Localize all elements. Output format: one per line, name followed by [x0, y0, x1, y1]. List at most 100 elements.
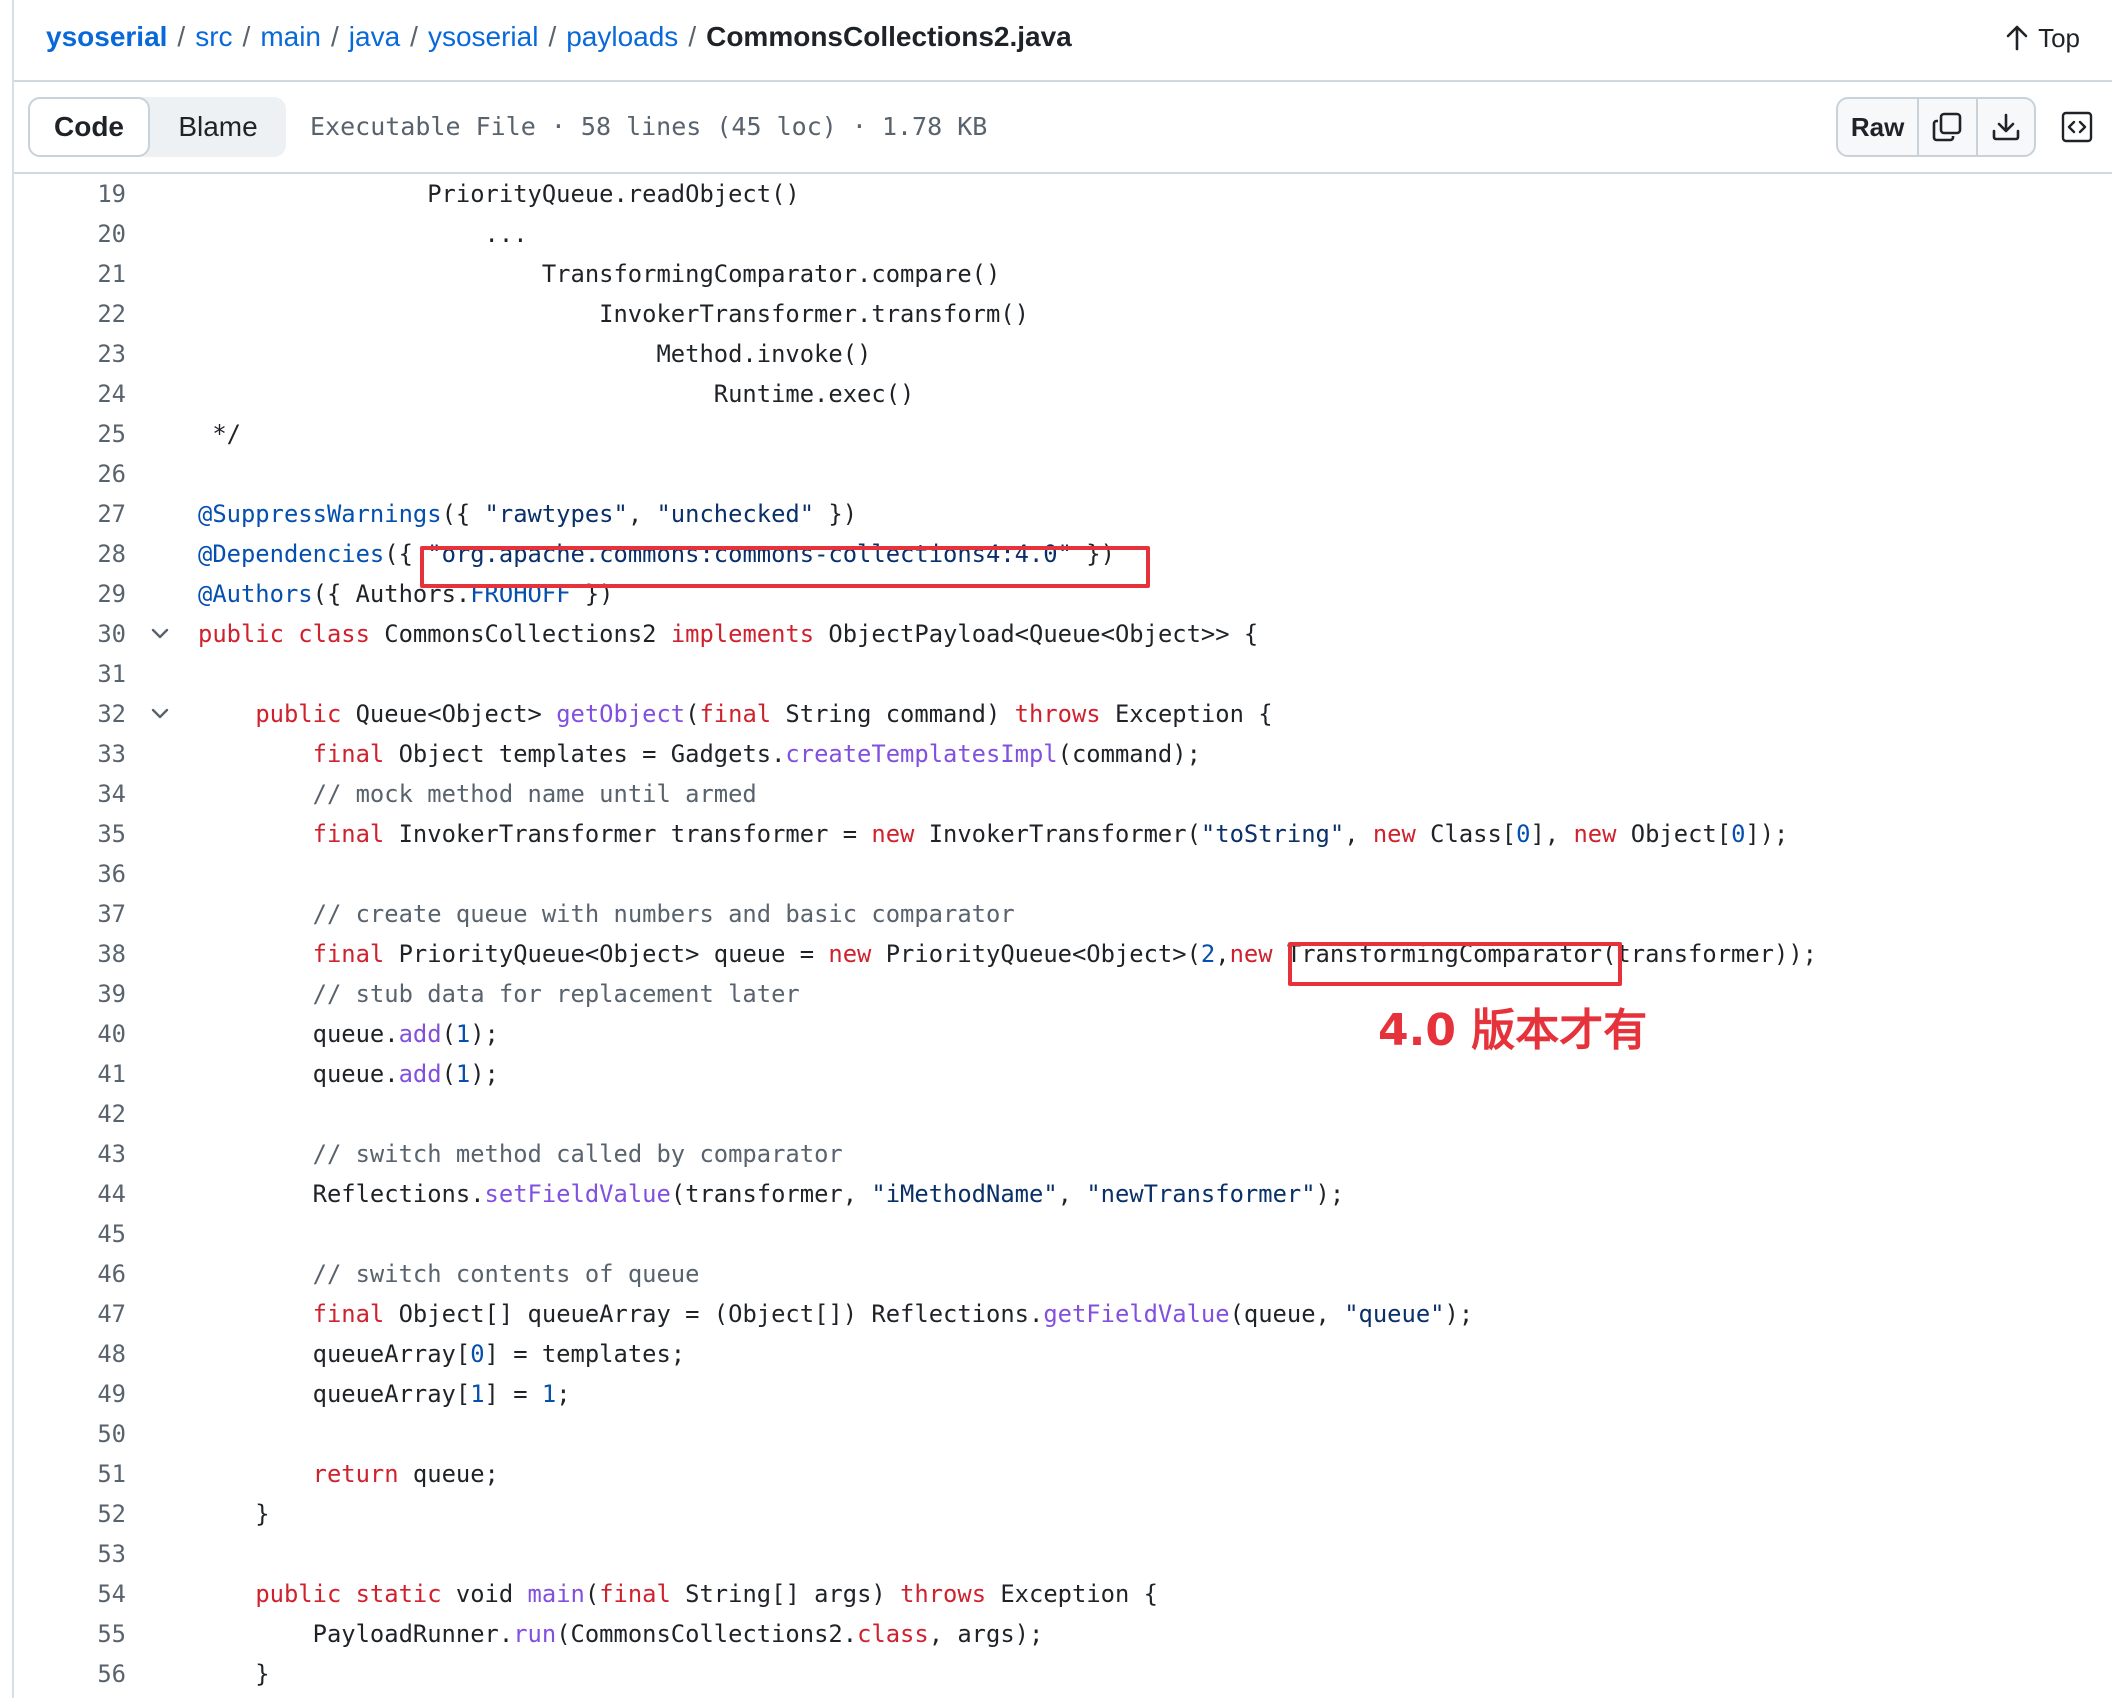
code-line: 38 final PriorityQueue<Object> queue = n…: [14, 934, 2112, 974]
code-token: final: [312, 820, 385, 848]
code-token: final: [312, 740, 385, 768]
code-token: TransformingComparator.compare(): [198, 260, 1001, 288]
code-text: // switch contents of queue: [198, 1254, 700, 1294]
code-token: ],: [1530, 820, 1574, 848]
breadcrumb-payloads-link[interactable]: payloads: [566, 21, 678, 52]
line-number[interactable]: 38: [26, 934, 126, 974]
line-number[interactable]: 54: [26, 1574, 126, 1614]
line-number[interactable]: 28: [26, 534, 126, 574]
line-number[interactable]: 30: [26, 614, 126, 654]
code-line: 42: [14, 1094, 2112, 1134]
code-token: // mock method name until armed: [312, 780, 757, 808]
code-token: static: [355, 1580, 442, 1608]
code-token: 1: [455, 1060, 471, 1088]
code-line: 56 }: [14, 1654, 2112, 1694]
line-number[interactable]: 40: [26, 1014, 126, 1054]
line-number[interactable]: 51: [26, 1454, 126, 1494]
tab-code[interactable]: Code: [28, 97, 150, 157]
line-number[interactable]: 46: [26, 1254, 126, 1294]
code-text: @SuppressWarnings({ "rawtypes", "uncheck…: [198, 494, 857, 534]
code-token: String[] args): [670, 1580, 901, 1608]
code-token: @Authors: [198, 580, 313, 608]
code-viewer[interactable]: 18 ObjectInputStream.readObject()19 Prio…: [14, 174, 2112, 1698]
line-number[interactable]: 35: [26, 814, 126, 854]
line-number[interactable]: 25: [26, 414, 126, 454]
code-token: 0: [1731, 820, 1746, 848]
code-token: String command): [771, 700, 1015, 728]
code-token: // create queue with numbers and basic c…: [312, 900, 1015, 928]
code-token: 0: [1516, 820, 1531, 848]
line-number[interactable]: 49: [26, 1374, 126, 1414]
code-token: (transformer,: [670, 1180, 872, 1208]
highlight-box-dependency: [420, 546, 1150, 588]
line-number[interactable]: 32: [26, 694, 126, 734]
line-number[interactable]: 31: [26, 654, 126, 694]
code-token: ,: [1344, 820, 1373, 848]
code-token: public: [255, 700, 342, 728]
line-number[interactable]: 23: [26, 334, 126, 374]
line-number[interactable]: 52: [26, 1494, 126, 1534]
breadcrumb-java-link[interactable]: java: [349, 21, 400, 52]
code-line: 48 queueArray[0] = templates;: [14, 1334, 2112, 1374]
code-token: , args);: [928, 1620, 1044, 1648]
code-text: final Object[] queueArray = (Object[]) R…: [198, 1294, 1474, 1334]
code-token: Exception {: [1100, 700, 1273, 728]
code-text: Reflections.setFieldValue(transformer, "…: [198, 1174, 1345, 1214]
line-number[interactable]: 55: [26, 1614, 126, 1654]
line-number[interactable]: 33: [26, 734, 126, 774]
chevron-down-icon[interactable]: [150, 704, 170, 724]
line-number[interactable]: 20: [26, 214, 126, 254]
code-line: 46 // switch contents of queue: [14, 1254, 2112, 1294]
code-line: 23 Method.invoke(): [14, 334, 2112, 374]
raw-button[interactable]: Raw: [1838, 99, 1920, 155]
line-number[interactable]: 47: [26, 1294, 126, 1334]
line-number[interactable]: 53: [26, 1534, 126, 1574]
tab-blame[interactable]: Blame: [150, 97, 286, 157]
code-token: new: [1372, 820, 1416, 848]
code-token: new: [1573, 820, 1617, 848]
code-line: 30 public class CommonsCollections2 imple…: [14, 614, 2112, 654]
line-number[interactable]: 39: [26, 974, 126, 1014]
code-token: ...: [198, 220, 528, 248]
line-number[interactable]: 29: [26, 574, 126, 614]
code-token: add: [398, 1020, 442, 1048]
code-line: 19 PriorityQueue.readObject(): [14, 174, 2112, 214]
line-number[interactable]: 21: [26, 254, 126, 294]
download-button[interactable]: [1978, 99, 2034, 155]
code-text: TransformingComparator.compare(): [198, 254, 1000, 294]
code-token: CommonsCollections2: [369, 620, 671, 648]
top-button[interactable]: Top: [2006, 20, 2080, 56]
line-number[interactable]: 37: [26, 894, 126, 934]
breadcrumb-repo-link[interactable]: ysoserial: [46, 21, 167, 52]
code-token: (command);: [1057, 740, 1201, 768]
copy-button[interactable]: [1919, 99, 1978, 155]
line-number[interactable]: 36: [26, 854, 126, 894]
line-number[interactable]: 41: [26, 1054, 126, 1094]
line-number[interactable]: 50: [26, 1414, 126, 1454]
breadcrumb-ysoserial-link[interactable]: ysoserial: [428, 21, 538, 52]
symbols-panel-button[interactable]: [2052, 102, 2102, 152]
code-token: createTemplatesImpl: [785, 740, 1058, 768]
code-token: class: [298, 620, 370, 648]
line-number[interactable]: 44: [26, 1174, 126, 1214]
code-line: 43 // switch method called by comparator: [14, 1134, 2112, 1174]
line-number[interactable]: 56: [26, 1654, 126, 1694]
breadcrumb-separator: /: [331, 21, 339, 52]
code-token: }): [814, 500, 858, 528]
line-number[interactable]: 27: [26, 494, 126, 534]
chevron-down-icon[interactable]: [150, 624, 170, 644]
line-number[interactable]: 48: [26, 1334, 126, 1374]
breadcrumb-main-link[interactable]: main: [260, 21, 321, 52]
line-number[interactable]: 26: [26, 454, 126, 494]
line-number[interactable]: 42: [26, 1094, 126, 1134]
line-number[interactable]: 19: [26, 174, 126, 214]
line-number[interactable]: 34: [26, 774, 126, 814]
code-text: queueArray[1] = 1;: [198, 1374, 571, 1414]
line-number[interactable]: 24: [26, 374, 126, 414]
code-token: }: [198, 1500, 270, 1528]
breadcrumb-src-link[interactable]: src: [195, 21, 232, 52]
code-token: add: [398, 1060, 442, 1088]
line-number[interactable]: 45: [26, 1214, 126, 1254]
line-number[interactable]: 43: [26, 1134, 126, 1174]
line-number[interactable]: 22: [26, 294, 126, 334]
